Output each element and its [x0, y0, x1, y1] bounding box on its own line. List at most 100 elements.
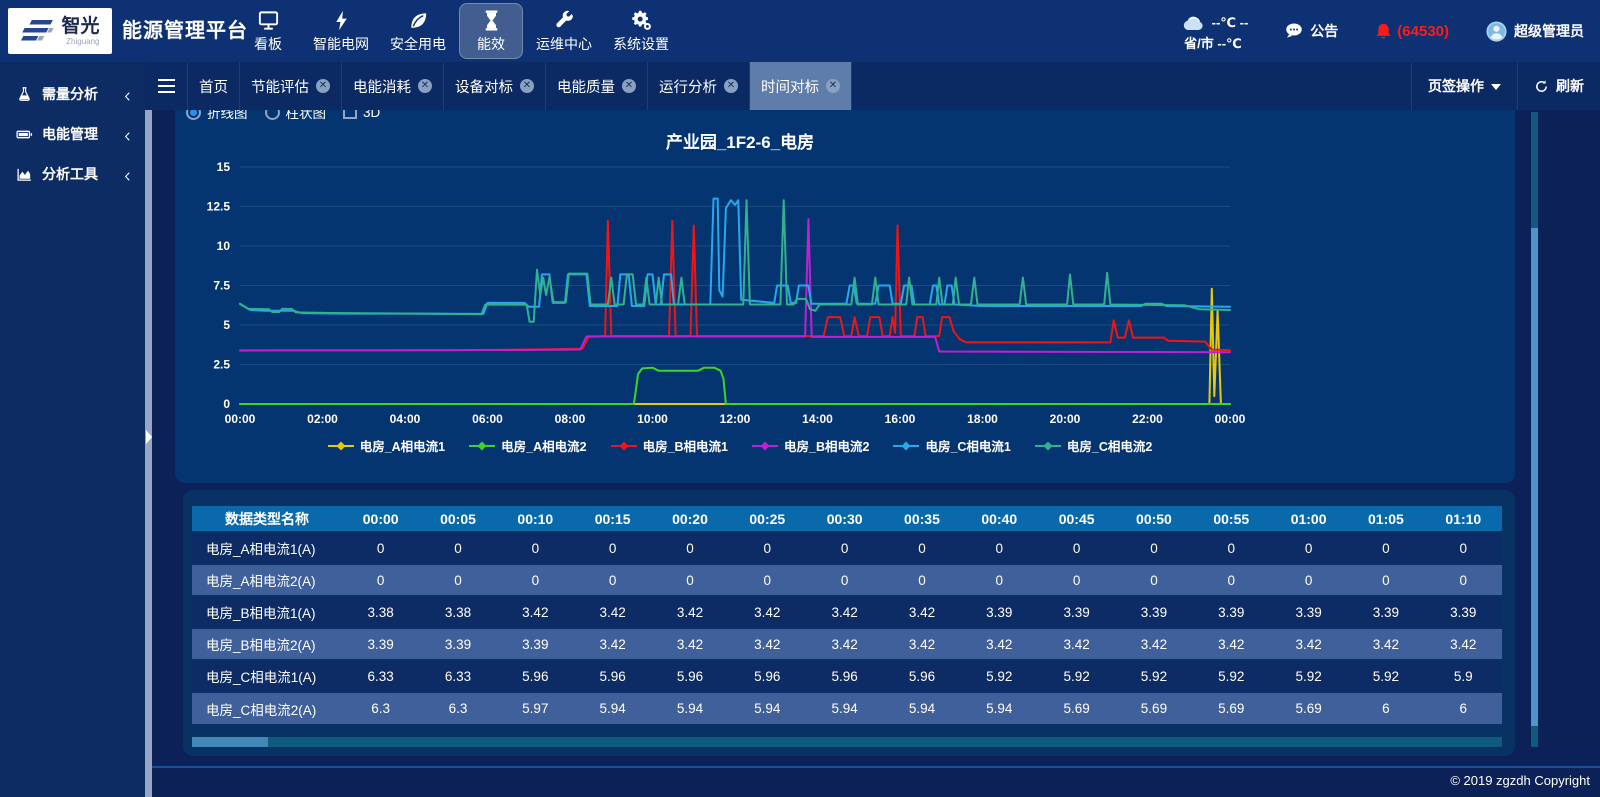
table-row: 电房_A相电流1(A)000000000000000	[192, 532, 1502, 564]
table-cell: 3.38	[342, 596, 419, 628]
table-cell: 5.94	[883, 692, 960, 724]
horizontal-scrollbar-thumb[interactable]	[192, 737, 268, 747]
close-icon[interactable]: ✕	[418, 79, 432, 93]
close-icon[interactable]: ✕	[622, 79, 636, 93]
nav-item-gears[interactable]: 系统设置	[605, 3, 677, 59]
horizontal-scrollbar[interactable]	[192, 737, 1502, 747]
svg-text:10: 10	[217, 239, 231, 253]
legend-marker-icon	[328, 441, 354, 451]
legend-marker-icon	[1035, 441, 1061, 451]
sidebar-item-电能管理[interactable]: 电能管理	[0, 114, 145, 154]
sidebar-item-分析工具[interactable]: 分析工具	[0, 154, 145, 194]
tab-电能消耗[interactable]: 电能消耗 ✕	[341, 62, 443, 110]
bell-icon	[1374, 22, 1393, 41]
close-icon[interactable]: ✕	[520, 79, 534, 93]
column-header: 00:25	[729, 506, 806, 532]
vertical-scrollbar[interactable]	[1531, 112, 1538, 747]
column-header: 00:30	[806, 506, 883, 532]
chat-bubble-icon	[1284, 21, 1304, 41]
svg-text:5: 5	[223, 318, 230, 332]
alarm-button[interactable]: (64530)	[1374, 22, 1449, 41]
refresh-icon	[1534, 79, 1549, 94]
table-cell: 3.42	[729, 628, 806, 660]
table-cell: 5.96	[883, 660, 960, 692]
tab-节能评估[interactable]: 节能评估✕	[239, 62, 341, 110]
nav-item-wrench[interactable]: 运维中心	[528, 3, 600, 59]
column-header: 00:20	[651, 506, 728, 532]
close-icon[interactable]: ✕	[826, 79, 840, 93]
svg-text:08:00: 08:00	[555, 412, 586, 426]
table-cell: 5.94	[961, 692, 1038, 724]
table-row: 电房_B相电流1(A)3.383.383.423.423.423.423.423…	[192, 596, 1502, 628]
series-电房_A相电流2	[240, 368, 1230, 404]
alarm-count: (64530)	[1397, 23, 1449, 40]
notice-button[interactable]: 公告	[1284, 21, 1338, 41]
legend-item-电房_A相电流1[interactable]: 电房_A相电流1	[328, 436, 445, 455]
table-cell: 3.42	[961, 628, 1038, 660]
page-ops-button[interactable]: 页签操作	[1411, 62, 1517, 110]
sidebar-collapse-handle[interactable]	[146, 430, 152, 444]
tab-首页[interactable]: 首页	[187, 62, 239, 110]
table-row: 电房_B相电流2(A)3.393.393.393.423.423.423.423…	[192, 628, 1502, 660]
table-cell: 3.42	[806, 596, 883, 628]
refresh-button[interactable]: 刷新	[1517, 62, 1600, 110]
table-cell: 5.92	[961, 660, 1038, 692]
table-cell: 3.42	[497, 596, 574, 628]
sidebar: 需量分析电能管理分析工具	[0, 62, 145, 797]
hamburger-icon[interactable]	[145, 62, 187, 110]
table-cell: 0	[1115, 532, 1192, 564]
legend-item-电房_A相电流2[interactable]: 电房_A相电流2	[469, 436, 586, 455]
user-menu[interactable]: 超级管理员	[1485, 20, 1584, 43]
notice-label: 公告	[1310, 21, 1338, 41]
user-label: 超级管理员	[1514, 21, 1584, 41]
page-ops-label: 页签操作	[1428, 76, 1484, 96]
tab-设备对标[interactable]: 设备对标✕	[443, 62, 545, 110]
legend-item-电房_C相电流1[interactable]: 电房_C相电流1	[893, 436, 1010, 455]
chevron-left-icon	[122, 129, 133, 140]
nav-item-leaf[interactable]: 安全用电	[382, 3, 454, 59]
close-icon[interactable]: ✕	[724, 79, 738, 93]
vertical-scrollbar-thumb[interactable]	[1531, 228, 1538, 726]
tab-时间对标[interactable]: 时间对标✕	[749, 62, 852, 110]
table-cell: 6	[1347, 692, 1424, 724]
column-header: 00:05	[419, 506, 496, 532]
tab-电能质量[interactable]: 电能质量✕	[545, 62, 647, 110]
table-cell: 3.39	[419, 628, 496, 660]
row-label: 电房_C相电流2(A)	[192, 692, 342, 724]
table-cell: 5.96	[729, 660, 806, 692]
caret-down-icon	[1491, 84, 1501, 90]
column-header: 01:05	[1347, 506, 1424, 532]
weather-temp: --℃ --	[1212, 14, 1249, 31]
column-header: 00:15	[574, 506, 651, 532]
tab-label: 电能消耗	[353, 76, 411, 97]
table-cell: 0	[419, 532, 496, 564]
nav-item-monitor[interactable]: 看板	[236, 3, 300, 59]
sidebar-item-需量分析[interactable]: 需量分析	[0, 74, 145, 114]
column-header: 00:50	[1115, 506, 1192, 532]
nav-item-hourglass[interactable]: 能效	[459, 3, 523, 59]
legend-item-电房_B相电流1[interactable]: 电房_B相电流1	[611, 436, 728, 455]
table-cell: 5.97	[497, 692, 574, 724]
nav-item-lightning[interactable]: 智能电网	[305, 3, 377, 59]
table-cell: 3.42	[806, 628, 883, 660]
nav-item-label: 系统设置	[613, 34, 669, 54]
area-chart-icon	[16, 166, 33, 183]
table-cell: 3.39	[1193, 596, 1270, 628]
tab-运行分析[interactable]: 运行分析✕	[647, 62, 749, 110]
legend-item-电房_C相电流2[interactable]: 电房_C相电流2	[1035, 436, 1152, 455]
legend-label: 电房_B相电流1	[643, 436, 728, 455]
table-cell: 5.92	[1347, 660, 1424, 692]
sidebar-divider[interactable]	[145, 110, 152, 797]
legend-label: 电房_C相电流1	[925, 436, 1010, 455]
legend-label: 电房_B相电流2	[784, 436, 869, 455]
svg-text:04:00: 04:00	[390, 412, 421, 426]
chevron-left-icon	[122, 89, 133, 100]
logo: 智光 Zhiguang	[8, 8, 112, 54]
table-cell: 5.94	[806, 692, 883, 724]
sidebar-item-label: 需量分析	[42, 84, 98, 104]
close-icon[interactable]: ✕	[316, 79, 330, 93]
tab-bar: 首页节能评估✕电能消耗✕设备对标✕电能质量✕运行分析✕时间对标✕ 页签操作 刷新	[145, 62, 1600, 110]
legend-item-电房_B相电流2[interactable]: 电房_B相电流2	[752, 436, 869, 455]
wrench-icon	[553, 9, 576, 32]
table-card: 数据类型名称00:0000:0500:1000:1500:2000:2500:3…	[183, 490, 1515, 756]
